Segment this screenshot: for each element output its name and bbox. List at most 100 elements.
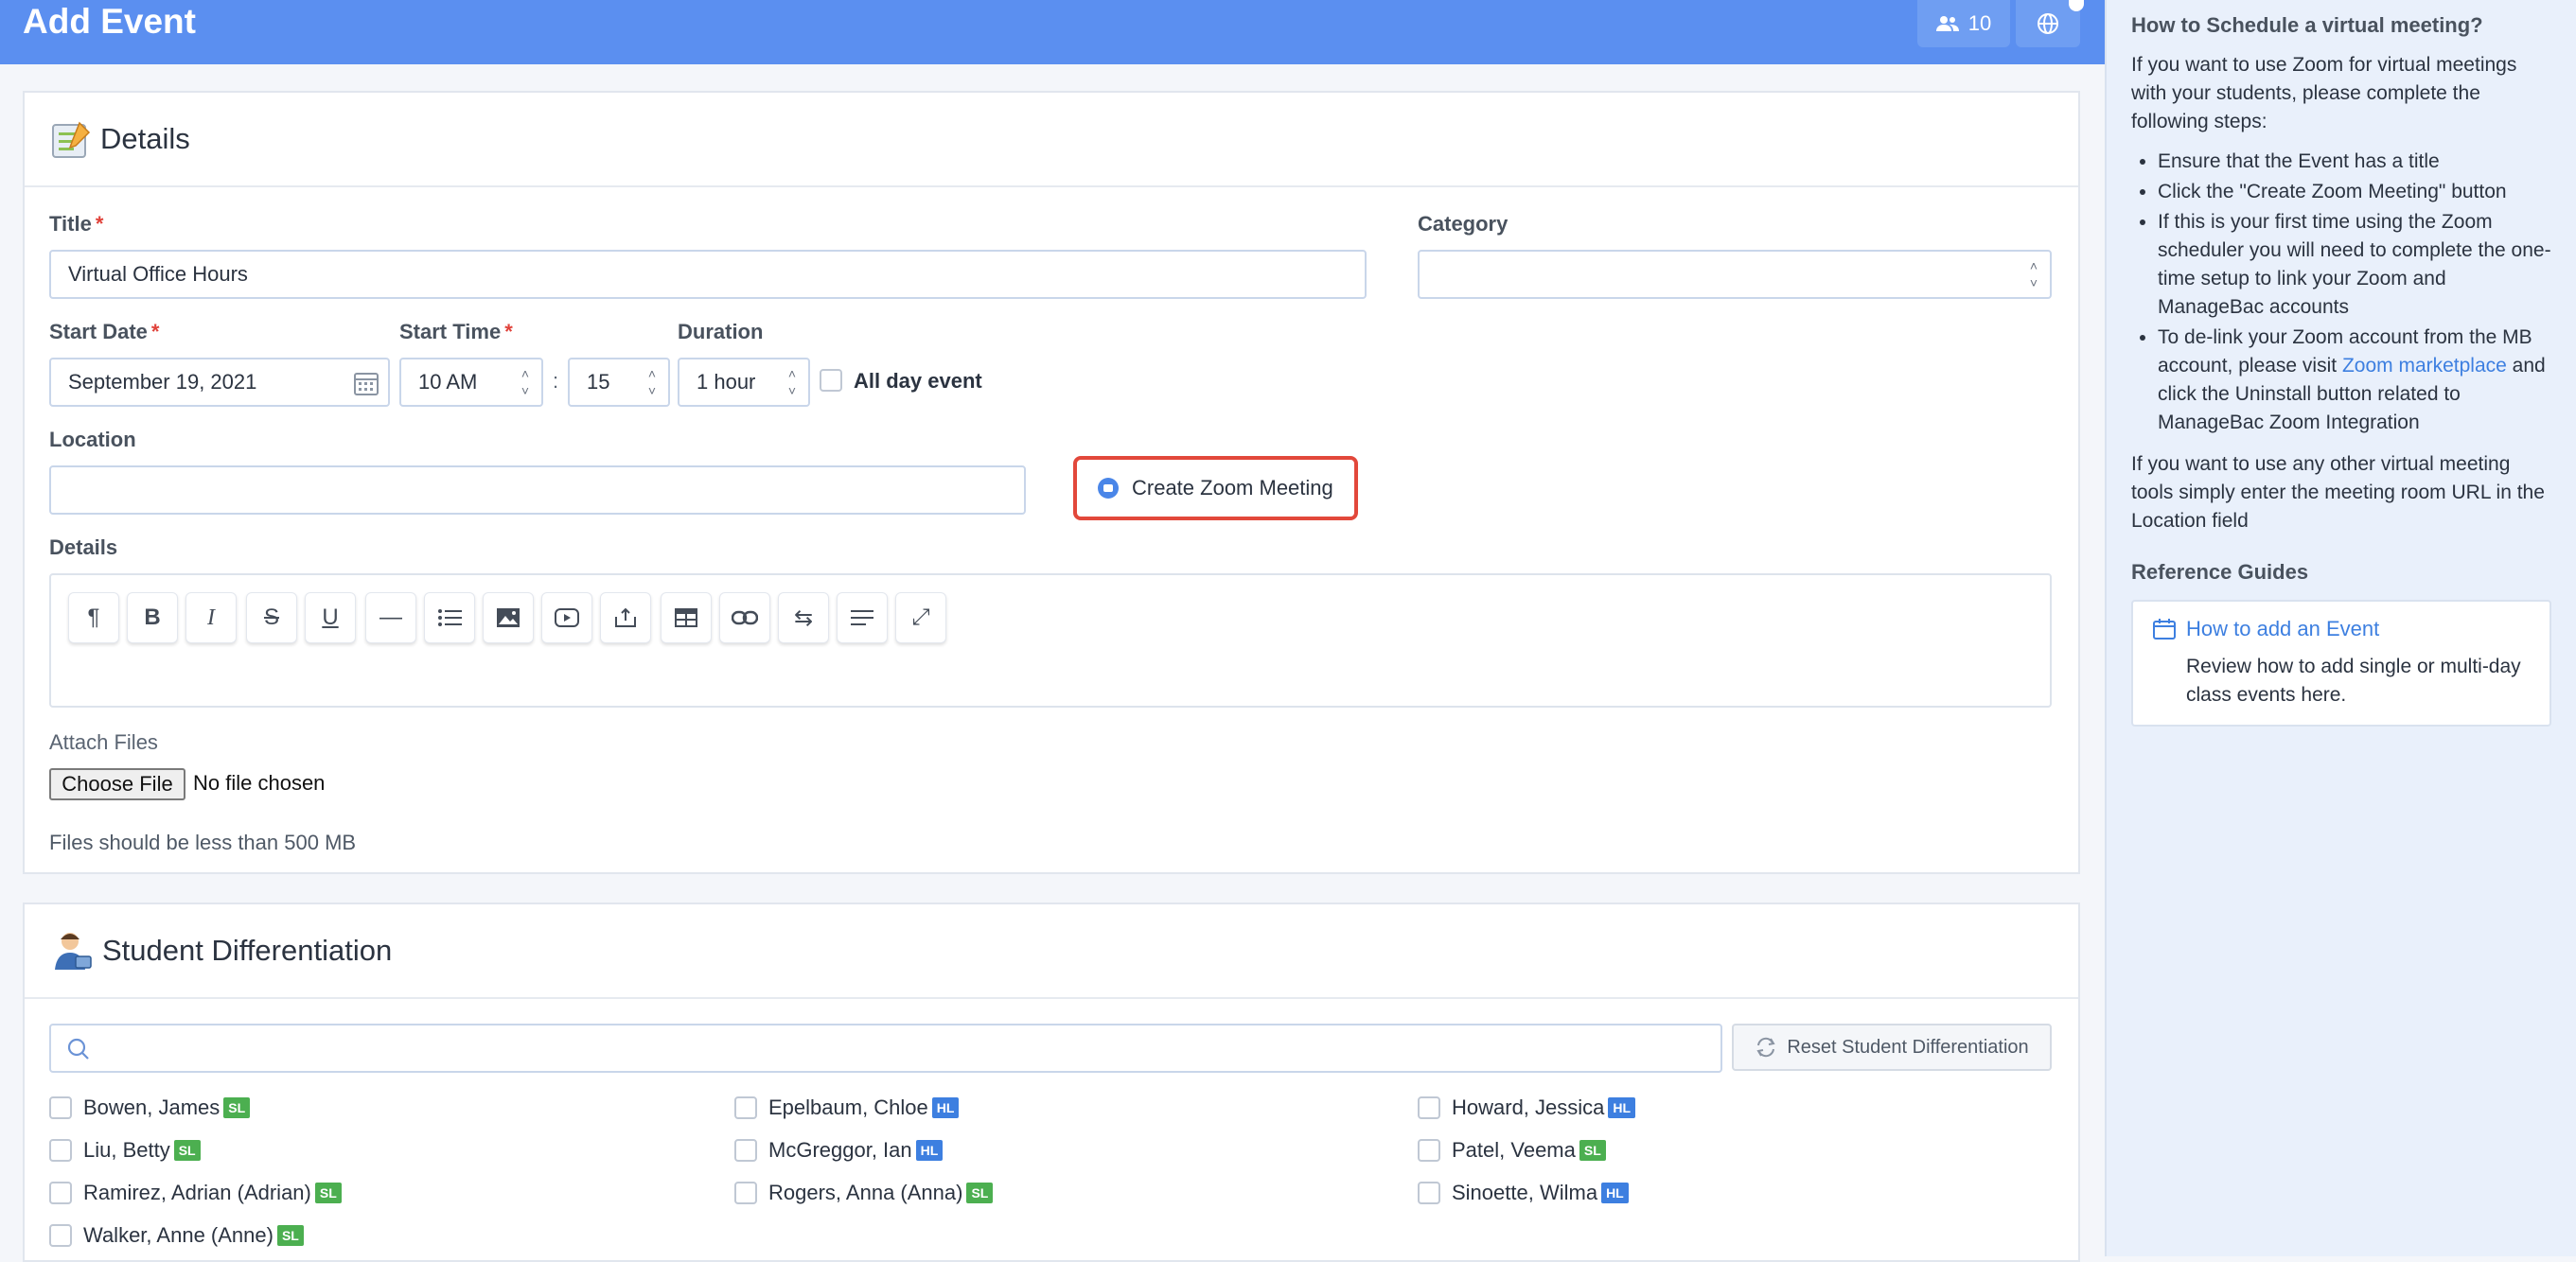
choose-file-button[interactable]: Choose File (49, 768, 185, 800)
title-input[interactable]: Virtual Office Hours (49, 250, 1367, 299)
all-day-checkbox[interactable] (820, 369, 842, 392)
underline-icon[interactable]: U (305, 592, 356, 643)
sidebar-step: To de-link your Zoom account from the MB… (2158, 324, 2551, 437)
help-sidebar: How to Schedule a virtual meeting? If yo… (2105, 0, 2576, 1256)
student-checkbox[interactable] (49, 1139, 72, 1162)
text-direction-icon[interactable]: ⇆ (778, 592, 829, 643)
category-label: Category (1418, 212, 1509, 236)
sidebar-step: Click the "Create Zoom Meeting" button (2158, 178, 2551, 206)
start-date-input[interactable]: September 19, 2021 (49, 358, 390, 407)
paragraph-icon[interactable]: ¶ (68, 592, 119, 643)
horizontal-line-icon[interactable]: — (365, 592, 416, 643)
zoom-marketplace-link[interactable]: Zoom marketplace (2342, 355, 2507, 377)
image-icon[interactable] (483, 592, 534, 643)
strikethrough-icon[interactable]: S (246, 592, 297, 643)
calendar-icon[interactable] (352, 369, 380, 397)
student-icon (55, 933, 92, 970)
student-item[interactable]: Epelbaum, Chloe HL (734, 1095, 960, 1120)
sidebar-other-tools: If you want to use any other virtual mee… (2131, 453, 2545, 532)
student-search-input[interactable] (49, 1024, 1722, 1073)
create-zoom-meeting-button[interactable]: Create Zoom Meeting (1073, 456, 1358, 520)
sidebar-step: Ensure that the Event has a title (2158, 148, 2551, 176)
time-separator: : (553, 369, 559, 393)
sidebar-heading: How to Schedule a virtual meeting? (2131, 13, 2483, 37)
student-item[interactable]: Howard, Jessica HL (1418, 1095, 1636, 1120)
student-item[interactable]: Sinoette, Wilma HL (1418, 1181, 1629, 1205)
student-item[interactable]: Liu, Betty SL (49, 1138, 201, 1163)
main-content: Add Event 10 Details Title * Virtual Off… (0, 0, 2105, 1262)
level-badge: SL (173, 1140, 201, 1161)
details-editor[interactable]: ¶ B I S U — ⇆ ⤢ (49, 573, 2052, 708)
reset-differentiation-button[interactable]: Reset Student Differentiation (1732, 1024, 2052, 1071)
reference-guide-card: How to add an Event Review how to add si… (2131, 600, 2551, 727)
student-checkbox[interactable] (734, 1096, 757, 1119)
level-badge: SL (1579, 1140, 1606, 1161)
details-title: Details (100, 122, 190, 155)
globe-icon (2038, 13, 2058, 34)
video-icon[interactable] (541, 592, 592, 643)
reference-guides-heading: Reference Guides (2131, 560, 2309, 584)
student-checkbox[interactable] (49, 1182, 72, 1204)
file-size-note: Files should be less than 500 MB (49, 831, 357, 854)
users-button[interactable]: 10 (1917, 0, 2010, 47)
student-item[interactable]: McGreggor, Ian HL (734, 1138, 944, 1163)
level-badge: SL (314, 1183, 342, 1203)
users-icon (1935, 16, 1959, 31)
hour-arrows-icon: ˄ ˅ (520, 366, 530, 398)
start-minute-select[interactable]: 15 ˄ ˅ (568, 358, 670, 407)
details-header: Details (25, 93, 2078, 187)
embed-icon[interactable] (600, 592, 651, 643)
sidebar-step: If this is your first time using the Zoo… (2158, 208, 2551, 322)
fullscreen-icon[interactable]: ⤢ (895, 592, 946, 643)
student-item[interactable]: Rogers, Anna (Anna) SL (734, 1181, 994, 1205)
start-date-label: Start Date * (49, 320, 160, 343)
student-item[interactable]: Walker, Anne (Anne) SL (49, 1223, 304, 1248)
student-checkbox[interactable] (49, 1224, 72, 1247)
title-label: Title * (49, 212, 104, 236)
student-checkbox[interactable] (49, 1096, 72, 1119)
bold-icon[interactable]: B (127, 592, 178, 643)
zoom-icon (1098, 478, 1119, 499)
differentiation-title: Student Differentiation (102, 934, 393, 967)
start-time-label: Start Time * (399, 320, 513, 343)
differentiation-header: Student Differentiation (25, 904, 2078, 999)
category-select[interactable]: ˄ ˅ (1418, 250, 2052, 299)
how-to-add-event-link[interactable]: How to add an Event (2152, 617, 2531, 641)
student-item[interactable]: Patel, Veema SL (1418, 1138, 1606, 1163)
sidebar-intro: If you want to use Zoom for virtual meet… (2131, 54, 2517, 132)
student-item[interactable]: Bowen, James SL (49, 1095, 251, 1120)
all-day-label: All day event (854, 369, 982, 393)
location-input[interactable] (49, 465, 1026, 515)
no-file-text: No file chosen (193, 771, 326, 795)
level-badge: SL (276, 1225, 304, 1246)
align-icon[interactable] (837, 592, 888, 643)
student-item[interactable]: Ramirez, Adrian (Adrian) SL (49, 1181, 342, 1205)
student-checkbox[interactable] (1418, 1182, 1440, 1204)
duration-select[interactable]: 1 hour ˄ ˅ (678, 358, 810, 407)
users-count: 10 (1967, 11, 1992, 35)
table-icon[interactable] (661, 592, 712, 643)
student-checkbox[interactable] (734, 1182, 757, 1204)
duration-arrows-icon: ˄ ˅ (787, 366, 797, 398)
start-hour-select[interactable]: 10 AM ˄ ˅ (399, 358, 543, 407)
link-icon[interactable] (719, 592, 770, 643)
refresh-icon (1756, 1037, 1775, 1058)
student-differentiation-card: Student Differentiation (23, 903, 2080, 1262)
student-checkbox[interactable] (1418, 1096, 1440, 1119)
calendar-icon (2153, 619, 2176, 640)
level-badge: SL (223, 1097, 251, 1118)
zoom-button-label: Create Zoom Meeting (1132, 476, 1333, 500)
notepad-icon (52, 121, 91, 158)
reference-guide-description: Review how to add single or multi-day cl… (2186, 656, 2521, 706)
notification-dot (2069, 0, 2084, 11)
page-title: Add Event (23, 2, 196, 41)
search-icon (67, 1038, 89, 1060)
student-checkbox[interactable] (1418, 1139, 1440, 1162)
select-arrows-icon: ˄ ˅ (2029, 258, 2038, 290)
duration-label: Duration (678, 320, 764, 343)
italic-icon[interactable]: I (185, 592, 237, 643)
list-icon[interactable] (424, 592, 475, 643)
student-checkbox[interactable] (734, 1139, 757, 1162)
attach-files-label: Attach Files (49, 730, 158, 754)
level-badge: HL (931, 1097, 960, 1118)
